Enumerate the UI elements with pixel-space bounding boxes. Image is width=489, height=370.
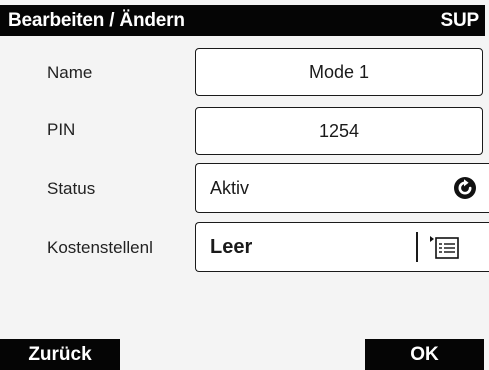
edit-screen: Bearbeiten / Ändern SUP Name Mode 1 PIN … (0, 0, 489, 370)
title-bar: Bearbeiten / Ändern SUP (0, 5, 485, 36)
name-label: Name (47, 63, 93, 82)
pin-value: 1254 (318, 120, 360, 141)
ok-button[interactable]: OK (365, 339, 484, 370)
name-value: Mode 1 (308, 61, 370, 82)
pin-field[interactable]: 1254 (195, 107, 483, 155)
pin-label: PIN (47, 120, 76, 139)
status-value: Aktiv (210, 177, 250, 198)
name-field[interactable]: Mode 1 (195, 48, 483, 96)
list-icon[interactable] (428, 234, 462, 262)
cost-center-field[interactable]: Leer (195, 222, 489, 272)
page-title: Bearbeiten / Ändern (8, 9, 185, 31)
mode-badge: SUP (440, 9, 480, 31)
status-field[interactable]: Aktiv (195, 163, 489, 213)
refresh-icon[interactable] (453, 176, 477, 200)
cost-center-value: Leer (210, 235, 253, 258)
status-label: Status (47, 179, 96, 198)
back-button[interactable]: Zurück (0, 339, 120, 370)
cost-center-label: Kostenstellenl (47, 238, 153, 257)
field-divider (416, 232, 418, 262)
